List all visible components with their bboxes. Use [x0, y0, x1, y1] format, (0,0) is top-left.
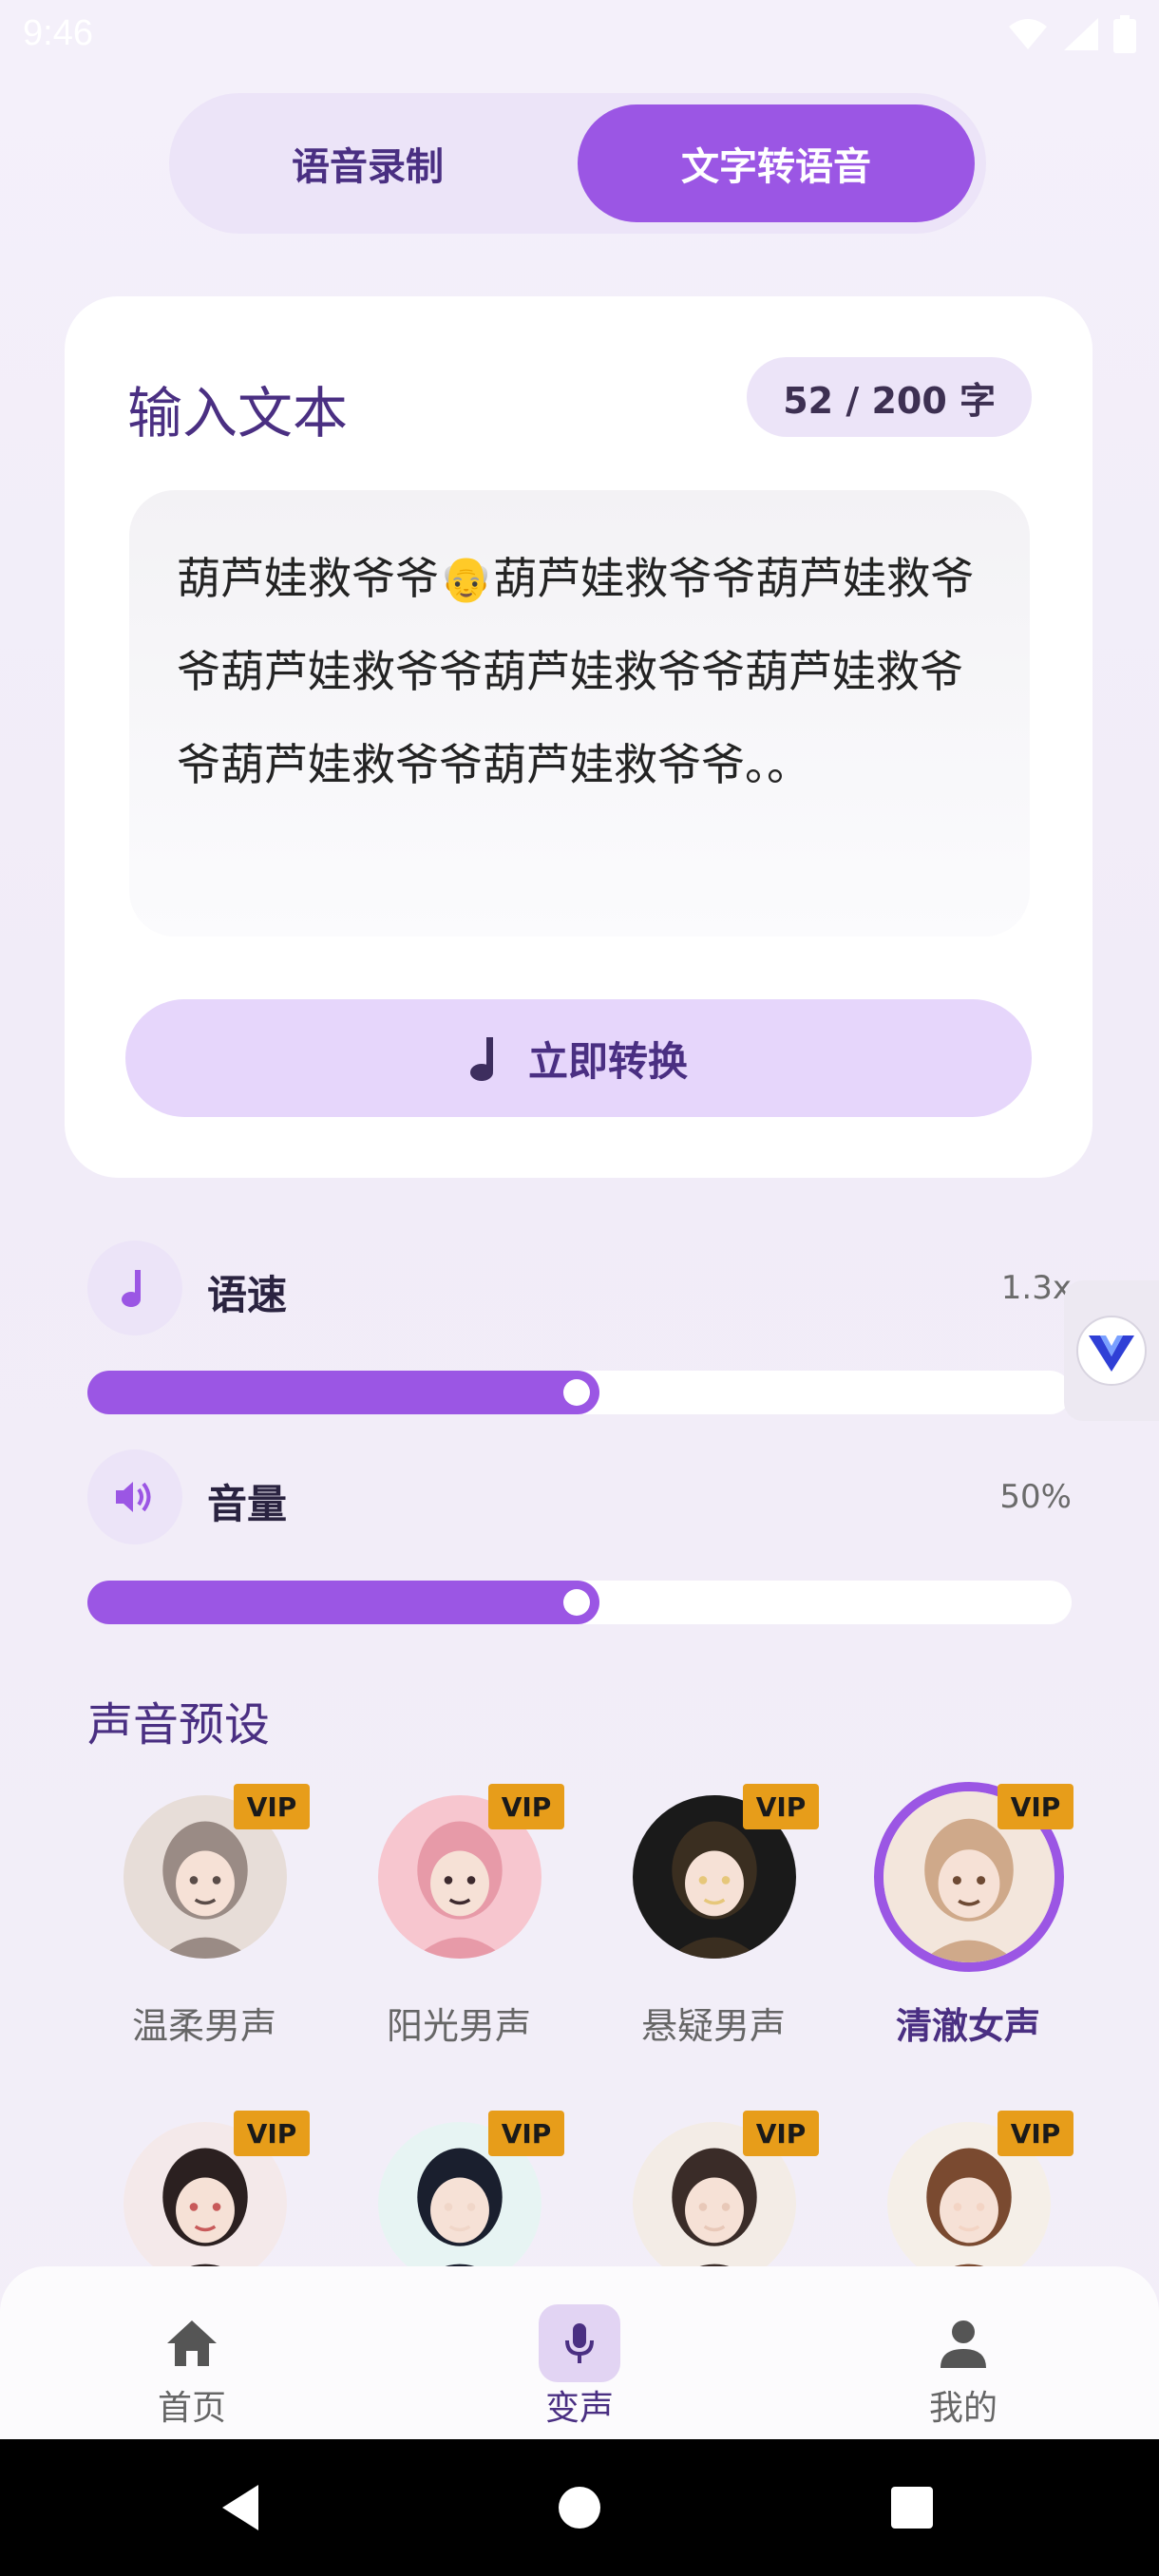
preset-name: 温柔男声: [131, 2005, 276, 2047]
status-time: 9:46: [23, 13, 93, 53]
nav-home-label: 首页: [157, 2389, 226, 2428]
vip-badge: VIP: [488, 2111, 564, 2156]
volume-slider-fill: [87, 1581, 599, 1624]
preset-name: 阳光男声: [386, 2005, 531, 2047]
vip-badge: VIP: [488, 1784, 564, 1829]
speed-value: 1.3x: [1000, 1269, 1072, 1307]
input-card: 输入文本 52 / 200 字 葫芦娃救爷爷👴葫芦娃救爷爷葫芦娃救爷爷葫芦娃救爷…: [65, 296, 1092, 1178]
mode-toggle: 语音录制 文字转语音: [169, 93, 986, 234]
status-bar: 9:46: [0, 0, 1159, 72]
home-button-icon[interactable]: [551, 2479, 608, 2536]
system-nav-bar: [0, 2439, 1159, 2576]
speed-slider-fill: [87, 1371, 599, 1414]
volume-label: 音量: [207, 1481, 288, 1527]
convert-button[interactable]: 立即转换: [125, 999, 1032, 1117]
speed-slider[interactable]: [87, 1371, 1072, 1414]
volume-slider-thumb[interactable]: [563, 1589, 590, 1616]
char-count-badge: 52 / 200 字: [747, 357, 1032, 437]
speed-slider-thumb[interactable]: [563, 1379, 590, 1406]
speed-label: 语速: [207, 1272, 288, 1318]
convert-button-label: 立即转换: [527, 1037, 688, 1085]
home-icon: [151, 2304, 233, 2382]
vip-badge: VIP: [234, 2111, 310, 2156]
nav-voice-change[interactable]: 变声: [475, 2285, 684, 2428]
status-icons: [1007, 15, 1136, 53]
floating-assistant-button[interactable]: [1064, 1280, 1159, 1421]
preset-name: 清澈女声: [895, 2005, 1040, 2047]
vip-badge: VIP: [743, 1784, 819, 1829]
card-title: 输入文本: [127, 381, 349, 445]
tab-text-to-speech[interactable]: 文字转语音: [578, 104, 975, 222]
text-input[interactable]: 葫芦娃救爷爷👴葫芦娃救爷爷葫芦娃救爷爷葫芦娃救爷爷葫芦娃救爷爷葫芦娃救爷爷葫芦娃…: [129, 490, 1030, 937]
nav-home[interactable]: 首页: [87, 2285, 296, 2428]
nav-profile-label: 我的: [928, 2389, 998, 2428]
v-logo-icon: [1076, 1316, 1147, 1386]
music-note-icon: [469, 1037, 493, 1081]
vip-badge: VIP: [743, 2111, 819, 2156]
preset-name: 悬疑男声: [640, 2005, 786, 2047]
music-note-icon: [87, 1241, 182, 1335]
microphone-icon: [539, 2304, 620, 2382]
wifi-icon: [1009, 19, 1047, 49]
vip-badge: VIP: [998, 1784, 1074, 1829]
nav-profile[interactable]: 我的: [859, 2285, 1068, 2428]
bottom-nav: 首页 变声 我的: [0, 2266, 1159, 2439]
person-icon: [922, 2304, 1004, 2382]
speaker-icon: [87, 1449, 182, 1544]
volume-value: 50%: [999, 1478, 1072, 1516]
signal-icon: [1064, 18, 1098, 50]
recents-icon[interactable]: [884, 2479, 940, 2536]
battery-icon: [1113, 15, 1136, 53]
speed-setting: 语速 1.3x: [87, 1241, 1072, 1335]
vip-badge: VIP: [998, 2111, 1074, 2156]
presets-title: 声音预设: [87, 1698, 271, 1752]
back-icon[interactable]: [215, 2479, 272, 2536]
volume-slider[interactable]: [87, 1581, 1072, 1624]
vip-badge: VIP: [234, 1784, 310, 1829]
tab-voice-record[interactable]: 语音录制: [169, 104, 566, 222]
nav-voice-change-label: 变声: [544, 2389, 614, 2428]
volume-setting: 音量 50%: [87, 1449, 1072, 1544]
